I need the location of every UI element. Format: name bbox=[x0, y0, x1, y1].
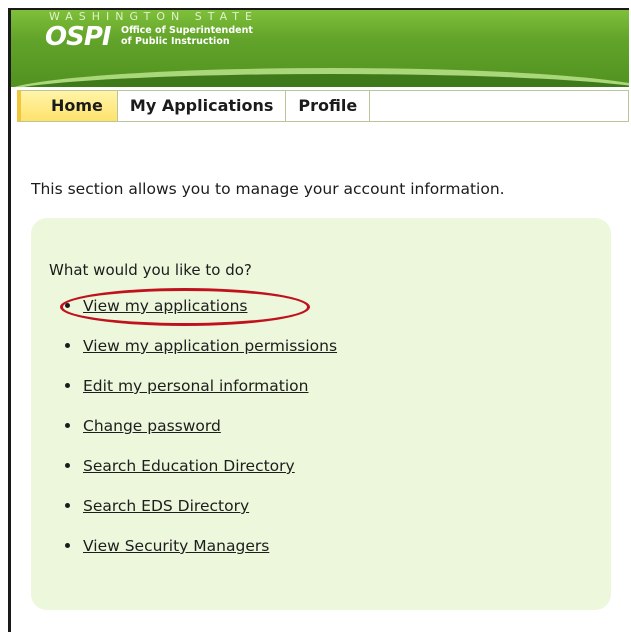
list-item: Search Education Directory bbox=[65, 456, 337, 496]
office-name-line2: of Public Instruction bbox=[121, 36, 230, 47]
search-eds-directory-link[interactable]: Search EDS Directory bbox=[83, 497, 249, 515]
view-security-managers-link[interactable]: View Security Managers bbox=[83, 537, 269, 555]
tab-my-applications[interactable]: My Applications bbox=[118, 91, 287, 121]
office-name: Office of Superintendent of Public Instr… bbox=[121, 25, 253, 47]
ospi-logo[interactable]: OSPI bbox=[45, 22, 112, 52]
view-my-applications-link[interactable]: View my applications bbox=[83, 297, 247, 315]
bullet-icon bbox=[65, 503, 70, 508]
view-application-permissions-link[interactable]: View my application permissions bbox=[83, 337, 337, 355]
tab-navigation: Home My Applications Profile bbox=[11, 87, 629, 122]
list-item: View my applications bbox=[65, 296, 337, 336]
list-item: View my application permissions bbox=[65, 336, 337, 376]
site-header: WASHINGTON STATE OSPI Office of Superint… bbox=[11, 10, 629, 94]
action-links-list: View my applications View my application… bbox=[65, 296, 337, 576]
bullet-icon bbox=[65, 423, 70, 428]
panel-question: What would you like to do? bbox=[49, 261, 252, 279]
tab-profile[interactable]: Profile bbox=[286, 91, 371, 121]
list-item: Edit my personal information bbox=[65, 376, 337, 416]
tab-bar: Home My Applications Profile bbox=[17, 90, 629, 122]
bullet-icon bbox=[65, 343, 70, 348]
actions-panel: What would you like to do? View my appli… bbox=[31, 218, 611, 610]
list-item: Search EDS Directory bbox=[65, 496, 337, 536]
change-password-link[interactable]: Change password bbox=[83, 417, 221, 435]
edit-personal-information-link[interactable]: Edit my personal information bbox=[83, 377, 308, 395]
bullet-icon bbox=[65, 383, 70, 388]
list-item: View Security Managers bbox=[65, 536, 337, 576]
browser-frame: WASHINGTON STATE OSPI Office of Superint… bbox=[8, 8, 629, 632]
office-name-line1: Office of Superintendent bbox=[121, 25, 253, 36]
bullet-icon bbox=[65, 463, 70, 468]
intro-text: This section allows you to manage your a… bbox=[31, 180, 505, 198]
bullet-icon bbox=[65, 543, 70, 548]
bullet-icon bbox=[65, 303, 70, 308]
list-item: Change password bbox=[65, 416, 337, 456]
search-education-directory-link[interactable]: Search Education Directory bbox=[83, 457, 295, 475]
tab-home[interactable]: Home bbox=[21, 91, 118, 121]
